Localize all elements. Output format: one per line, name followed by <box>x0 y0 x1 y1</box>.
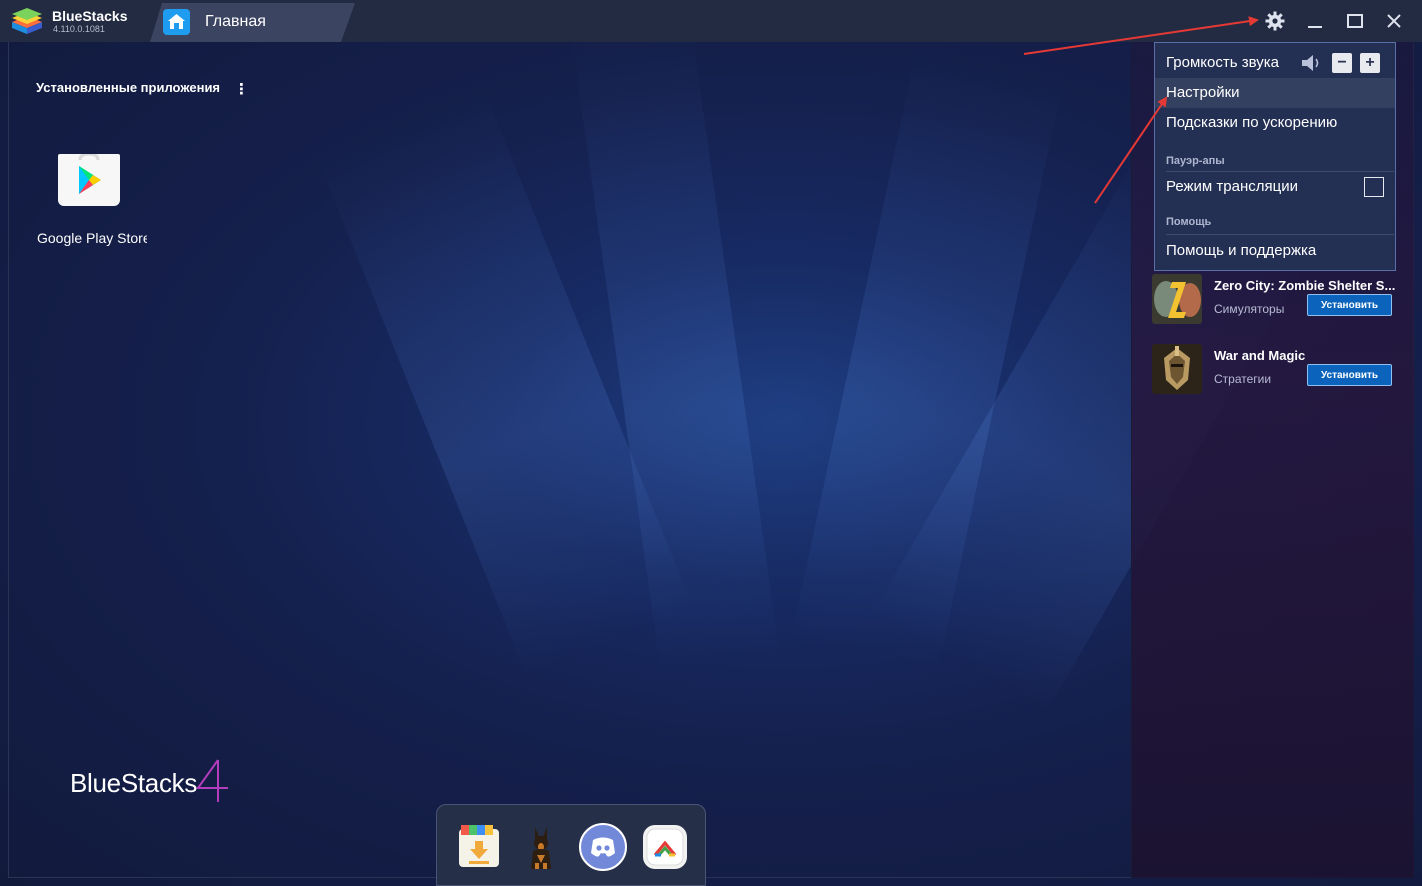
help-section-title: Помощь <box>1166 216 1212 228</box>
more-options-icon[interactable]: ⋮ <box>234 80 249 98</box>
gear-icon <box>1265 11 1285 31</box>
menu-item-help-support[interactable]: Помощь и поддержка <box>1155 236 1395 266</box>
menu-item-settings[interactable]: Настройки <box>1155 78 1395 108</box>
divider <box>1166 234 1394 235</box>
app-label: Google Play Store <box>37 230 147 246</box>
maximize-button[interactable] <box>1341 8 1369 34</box>
discord-icon[interactable] <box>579 823 627 871</box>
install-button[interactable]: Установить <box>1307 294 1392 316</box>
app-version: 4.110.0.1081 <box>53 24 105 34</box>
volume-up-button[interactable]: + <box>1360 53 1380 73</box>
menu-item-speed-tips[interactable]: Подсказки по ускорению <box>1155 108 1395 138</box>
menu-item-label: Подсказки по ускорению <box>1166 114 1338 131</box>
app-google-play-store[interactable]: Google Play Store <box>36 146 147 256</box>
app-center-icon[interactable] <box>455 823 503 871</box>
recommended-app-name: War and Magic <box>1214 348 1306 363</box>
bluestacks-4-watermark: BlueStacks <box>70 754 240 804</box>
volume-label: Громкость звука <box>1166 54 1279 71</box>
settings-dropdown-menu: Громкость звука − + Настройки Подсказки … <box>1154 42 1396 271</box>
google-play-store-icon <box>58 152 120 206</box>
brand: BlueStacks 4.110.0.1081 <box>0 0 160 42</box>
close-icon <box>1387 14 1401 28</box>
tab-home-label: Главная <box>205 13 266 30</box>
speaker-icon[interactable] <box>1300 53 1324 73</box>
maximize-icon <box>1347 14 1363 28</box>
recommended-app[interactable]: Zero City: Zombie Shelter S... Симулятор… <box>1152 274 1412 324</box>
bluestacks-logo-icon <box>12 8 42 34</box>
title-bar: BlueStacks 4.110.0.1081 Главная <box>0 0 1422 42</box>
watermark-number-four <box>196 759 228 802</box>
recommended-app-name: Zero City: Zombie Shelter S... <box>1214 278 1396 293</box>
volume-row: Громкость звука <box>1155 48 1395 78</box>
menu-item-stream-mode[interactable]: Режим трансляции <box>1155 172 1395 202</box>
recommended-app-category: Симуляторы <box>1214 302 1285 316</box>
stream-mode-checkbox[interactable] <box>1364 177 1384 197</box>
watermark-text: BlueStacks <box>70 768 198 798</box>
powerups-section-title: Пауэр-апы <box>1166 155 1225 167</box>
menu-item-label: Помощь и поддержка <box>1166 242 1317 259</box>
recommended-app-category: Стратегии <box>1214 372 1272 386</box>
install-button[interactable]: Установить <box>1307 364 1392 386</box>
war-and-magic-icon <box>1152 344 1202 394</box>
minimize-button[interactable] <box>1301 8 1329 34</box>
doberman-game-icon[interactable] <box>517 823 565 871</box>
camera-app-icon[interactable] <box>641 823 689 871</box>
settings-gear-button[interactable] <box>1261 8 1289 34</box>
home-icon <box>163 9 190 35</box>
bottom-dock <box>436 804 706 886</box>
close-button[interactable] <box>1380 8 1408 34</box>
zero-city-icon <box>1152 274 1202 324</box>
app-name: BlueStacks <box>52 8 128 24</box>
menu-item-label: Настройки <box>1166 84 1240 101</box>
menu-item-label: Режим трансляции <box>1166 178 1298 195</box>
minimize-icon <box>1308 26 1322 28</box>
installed-apps-title: Установленные приложения <box>36 80 221 95</box>
recommended-app[interactable]: War and Magic Стратегии Установить <box>1152 344 1412 394</box>
volume-down-button[interactable]: − <box>1332 53 1352 73</box>
